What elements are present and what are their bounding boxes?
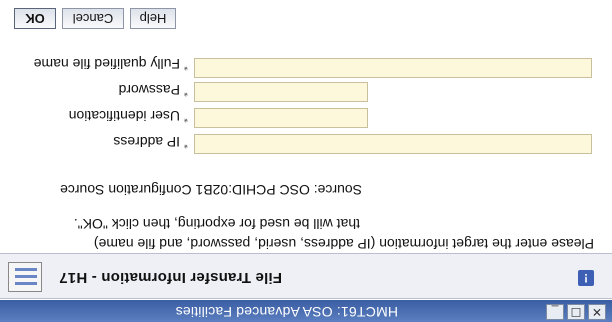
- instruction-line-2: that will be used for exporting, then cl…: [73, 216, 360, 232]
- help-button[interactable]: Help: [130, 8, 176, 29]
- title-bar[interactable]: ✕ ☐ _ HMCT61: OSA Advanced Facilities: [0, 300, 612, 322]
- app-window-icon: [8, 262, 42, 292]
- password-label: Password: [118, 82, 180, 98]
- ip-address-label: IP address: [113, 134, 180, 150]
- minimize-icon[interactable]: _: [546, 304, 564, 320]
- dialog-window: ✕ ☐ _ HMCT61: OSA Advanced Facilities ! …: [0, 0, 612, 322]
- instruction-line-1: Please enter the target information (IP …: [93, 236, 594, 252]
- info-icon[interactable]: !: [578, 270, 594, 286]
- window-controls: ✕ ☐ _: [546, 304, 606, 320]
- required-marker: *: [183, 112, 188, 124]
- password-field[interactable]: [194, 82, 368, 102]
- required-marker: *: [183, 138, 188, 150]
- required-marker: *: [183, 60, 188, 72]
- window-title: HMCT61: OSA Advanced Facilities: [175, 304, 398, 320]
- page-title: File Transfer Information - H17: [59, 269, 282, 286]
- close-icon[interactable]: ✕: [588, 304, 606, 320]
- maximize-icon[interactable]: ☐: [567, 304, 585, 320]
- file-name-label: Fully qualified file name: [33, 56, 180, 72]
- ip-address-field[interactable]: [194, 134, 592, 154]
- header-band: ! File Transfer Information - H17: [0, 253, 612, 299]
- required-marker: *: [183, 86, 188, 98]
- ok-button[interactable]: OK: [14, 8, 56, 29]
- file-name-field[interactable]: [194, 58, 592, 78]
- source-text: Source: OSC PCHID:02B1 Configuration Sou…: [60, 182, 362, 198]
- cancel-button[interactable]: Cancel: [62, 8, 124, 29]
- user-id-field[interactable]: [194, 108, 368, 128]
- user-id-label: User identification: [68, 108, 180, 124]
